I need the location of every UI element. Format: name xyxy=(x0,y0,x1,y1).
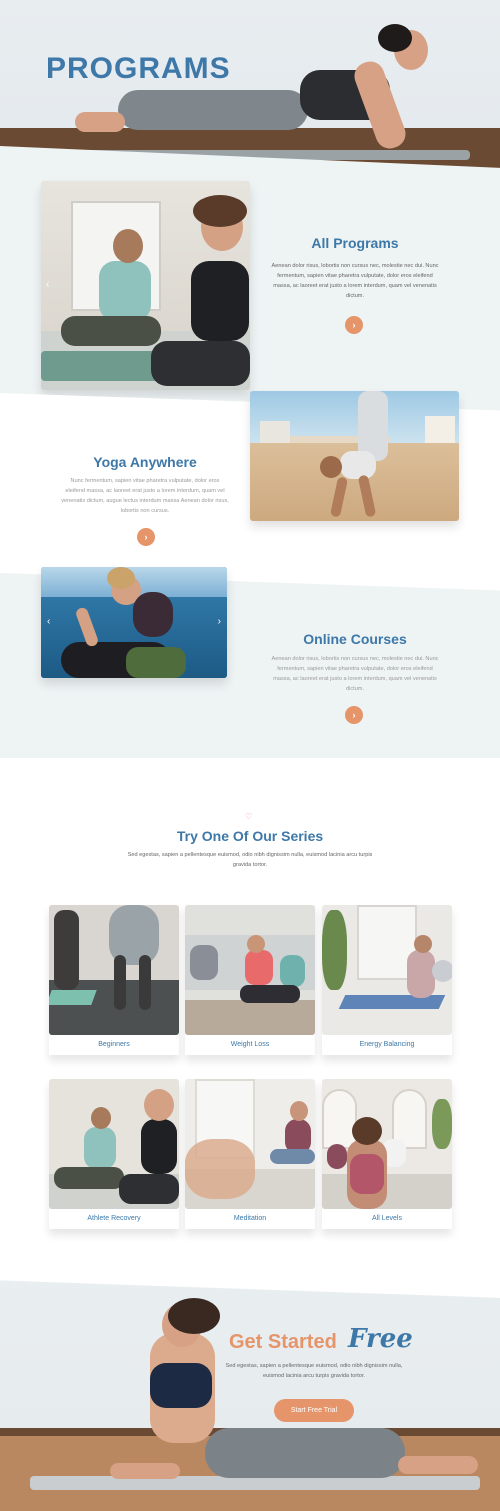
series-card-image xyxy=(49,905,179,1035)
cta-figure-legs xyxy=(205,1428,405,1478)
online-courses-prev-arrow[interactable]: ‹ xyxy=(47,616,50,627)
series-card-all-levels[interactable]: All Levels xyxy=(322,1079,452,1229)
series-card-image xyxy=(49,1079,179,1209)
cta-title-accent: Free xyxy=(348,1324,413,1354)
cta-figure-top xyxy=(150,1363,212,1408)
section-text-online-courses: Aenean dolor risus, lobortis non cursus … xyxy=(271,656,439,692)
series-card-image xyxy=(322,905,452,1035)
series-text: Sed egestas, sapien a pellentesque euism… xyxy=(127,852,373,868)
cta-figure-hair xyxy=(168,1298,220,1334)
series-card-label: Weight Loss xyxy=(230,1041,270,1048)
hero-banner xyxy=(0,0,500,175)
online-courses-next-arrow[interactable]: › xyxy=(218,616,221,627)
series-title: Try One Of Our Series xyxy=(176,828,324,844)
all-programs-prev-arrow[interactable]: ‹ xyxy=(46,279,49,290)
series-card-label: All Levels xyxy=(372,1215,402,1222)
hero-figure-hair xyxy=(378,24,412,52)
section-title-all-programs: All Programs xyxy=(311,235,399,251)
online-courses-button[interactable]: › xyxy=(345,706,363,724)
series-card-image xyxy=(322,1079,452,1209)
section-text-yoga-anywhere: Nunc fermentum, sapien vitae pharetra vu… xyxy=(61,478,229,514)
cta-title: Get Started xyxy=(229,1331,337,1353)
all-programs-photo: ‹ xyxy=(41,181,250,390)
section-title-online-courses: Online Courses xyxy=(303,631,407,647)
chevron-right-icon: › xyxy=(352,710,356,720)
page-title: PROGRAMS xyxy=(46,52,231,85)
section-text-all-programs: Aenean dolor risus, lobortis non cursus … xyxy=(271,263,439,299)
start-free-trial-button[interactable]: Start Free Trial xyxy=(274,1399,354,1422)
series-card-label: Meditation xyxy=(233,1215,267,1222)
hero-figure-legs xyxy=(118,90,308,130)
series-card-beginners[interactable]: Beginners xyxy=(49,905,179,1055)
heart-icon: ♡ xyxy=(245,812,253,821)
cta-figure-feet xyxy=(398,1456,478,1474)
cta-banner xyxy=(0,1268,500,1511)
all-programs-button[interactable]: › xyxy=(345,316,363,334)
cta-figure-hands xyxy=(110,1463,180,1479)
yoga-anywhere-button[interactable]: › xyxy=(137,528,155,546)
series-card-weight-loss[interactable]: Weight Loss xyxy=(185,905,315,1055)
series-card-label: Energy Balancing xyxy=(359,1041,415,1048)
chevron-right-icon: › xyxy=(144,532,148,542)
series-card-label: Athlete Recovery xyxy=(87,1215,141,1222)
online-courses-photo: ‹ › xyxy=(41,567,227,678)
series-card-athlete-recovery[interactable]: Athlete Recovery xyxy=(49,1079,179,1229)
cta-text: Sed egestas, sapien a pellentesque euism… xyxy=(225,1363,403,1379)
cta-yoga-mat xyxy=(30,1476,480,1490)
series-card-image xyxy=(185,905,315,1035)
series-card-energy-balancing[interactable]: Energy Balancing xyxy=(322,905,452,1055)
section-title-yoga-anywhere: Yoga Anywhere xyxy=(93,454,197,470)
series-card-meditation[interactable]: Meditation xyxy=(185,1079,315,1229)
series-card-image xyxy=(185,1079,315,1209)
series-card-label: Beginners xyxy=(98,1041,130,1048)
hero-figure-feet xyxy=(75,112,125,132)
cta-diagonal-cut xyxy=(0,1268,500,1299)
chevron-right-icon: › xyxy=(352,320,356,330)
yoga-anywhere-photo xyxy=(250,391,459,521)
